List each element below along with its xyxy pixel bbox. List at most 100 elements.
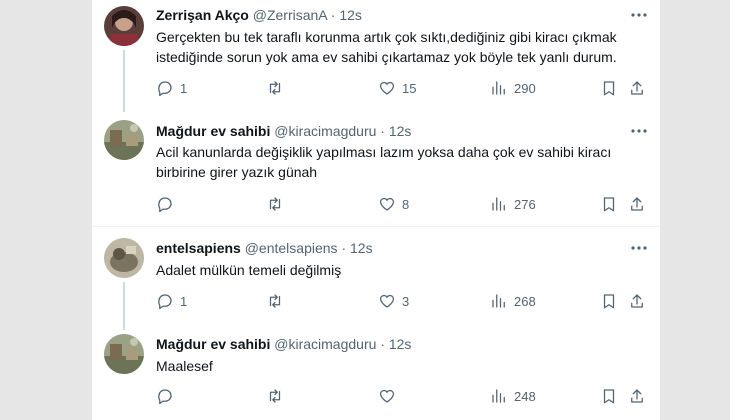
timestamp[interactable]: 12s (350, 240, 373, 256)
like-button[interactable]: 15 (378, 78, 416, 98)
views-button[interactable]: 248 (490, 386, 536, 406)
user-handle[interactable]: @kiracimagduru (274, 123, 376, 139)
retweet-icon (269, 81, 281, 95)
timestamp[interactable]: 12s (339, 7, 362, 23)
tweet[interactable]: entelsapiens @entelsapiens · 12s Adalet … (92, 228, 660, 330)
avatar[interactable] (104, 120, 144, 160)
action-bar: 8 276 (148, 194, 648, 214)
tweet-text: Gerçekten bu tek taraflı korunma artık ç… (156, 29, 617, 65)
like-button[interactable]: 8 (378, 194, 409, 214)
share-icon (631, 197, 643, 211)
bookmark-button[interactable] (600, 386, 618, 406)
share-button[interactable] (628, 291, 646, 311)
separator-dot: · (380, 123, 385, 139)
bookmark-button[interactable] (600, 194, 618, 214)
views-icon (492, 81, 505, 95)
views-icon (492, 294, 505, 308)
views-icon (492, 197, 505, 211)
user-handle[interactable]: @entelsapiens (245, 240, 338, 256)
reply-button[interactable]: 1 (156, 291, 187, 311)
bookmark-icon (603, 294, 615, 309)
retweet-icon (269, 294, 281, 308)
retweet-icon (269, 197, 281, 211)
user-handle[interactable]: @kiracimagduru (274, 336, 376, 352)
share-button[interactable] (628, 386, 646, 406)
reply-icon (158, 81, 172, 97)
heart-icon (379, 197, 395, 211)
more-horizontal-icon[interactable] (630, 6, 648, 24)
action-bar: 1 15 290 (148, 78, 648, 98)
share-icon (631, 81, 643, 95)
display-name[interactable]: Zerrişan Akço (156, 7, 249, 23)
views-button[interactable]: 276 (490, 194, 536, 214)
bookmark-icon (603, 389, 615, 404)
like-button[interactable] (378, 386, 402, 406)
reply-count: 1 (180, 293, 188, 309)
tweet-text: Maalesef (156, 358, 213, 374)
tweet-header: Mağdur ev sahibi @kiracimagduru · 12s (156, 122, 411, 140)
reply-icon (158, 389, 172, 405)
user-handle[interactable]: @ZerrisanA (253, 7, 327, 23)
tweet-header: Zerrişan Akço @ZerrisanA · 12s (156, 6, 362, 24)
display-name[interactable]: Mağdur ev sahibi (156, 123, 270, 139)
heart-icon (379, 389, 395, 403)
tweet-divider (92, 226, 660, 227)
action-bar: 248 (148, 386, 648, 406)
reply-button[interactable] (156, 194, 180, 214)
reply-icon (158, 197, 172, 213)
display-name[interactable]: entelsapiens (156, 240, 241, 256)
bookmark-button[interactable] (600, 78, 618, 98)
tweet[interactable]: Mağdur ev sahibi @kiracimagduru · 12s Ac… (92, 114, 660, 224)
retweet-button[interactable] (266, 386, 290, 406)
avatar[interactable] (104, 6, 144, 46)
bookmark-icon (603, 197, 615, 212)
like-button[interactable]: 3 (378, 291, 409, 311)
like-count: 3 (402, 293, 410, 309)
thread-connector (123, 282, 125, 330)
tweet-header: entelsapiens @entelsapiens · 12s (156, 239, 373, 257)
share-button[interactable] (628, 194, 646, 214)
view-count: 248 (514, 388, 536, 404)
tweet-text: Adalet mülkün temeli değilmiş (156, 262, 342, 278)
separator-dot: · (380, 336, 385, 352)
separator-dot: · (341, 240, 347, 256)
share-icon (631, 389, 643, 403)
bookmark-icon (603, 81, 615, 96)
avatar[interactable] (104, 334, 144, 374)
separator-dot: · (330, 7, 336, 23)
retweet-icon (269, 389, 281, 403)
action-bar: 1 3 268 (148, 291, 648, 311)
like-count: 8 (402, 196, 410, 212)
timestamp[interactable]: 12s (389, 336, 412, 352)
reply-icon (158, 294, 172, 310)
views-button[interactable]: 290 (490, 78, 536, 98)
bookmark-button[interactable] (600, 291, 618, 311)
display-name[interactable]: Mağdur ev sahibi (156, 336, 270, 352)
reply-thread: Zerrişan Akço @ZerrisanA · 12s Gerçekten… (92, 0, 660, 420)
more-horizontal-icon[interactable] (630, 122, 648, 140)
reply-button[interactable]: 1 (156, 78, 187, 98)
tweet[interactable]: Zerrişan Akço @ZerrisanA · 12s Gerçekten… (92, 0, 660, 112)
share-icon (631, 294, 643, 308)
share-button[interactable] (628, 78, 646, 98)
tweet-text: Acil kanunlarda değişiklik yapılması laz… (156, 144, 612, 180)
view-count: 268 (514, 293, 536, 309)
tweet-header: Mağdur ev sahibi @kiracimagduru · 12s (156, 335, 411, 353)
retweet-button[interactable] (266, 78, 290, 98)
view-count: 290 (514, 80, 536, 96)
views-icon (492, 389, 505, 403)
avatar[interactable] (104, 238, 144, 278)
like-count: 15 (402, 80, 417, 96)
tweet[interactable]: Mağdur ev sahibi @kiracimagduru · 12s Ma… (92, 326, 660, 420)
reply-count: 1 (180, 80, 188, 96)
timestamp[interactable]: 12s (389, 123, 412, 139)
retweet-button[interactable] (266, 194, 290, 214)
thread-connector (123, 50, 125, 112)
heart-icon (379, 81, 395, 95)
retweet-button[interactable] (266, 291, 290, 311)
view-count: 276 (514, 196, 536, 212)
views-button[interactable]: 268 (490, 291, 536, 311)
heart-icon (379, 294, 395, 308)
more-horizontal-icon[interactable] (630, 239, 648, 257)
reply-button[interactable] (156, 386, 180, 406)
